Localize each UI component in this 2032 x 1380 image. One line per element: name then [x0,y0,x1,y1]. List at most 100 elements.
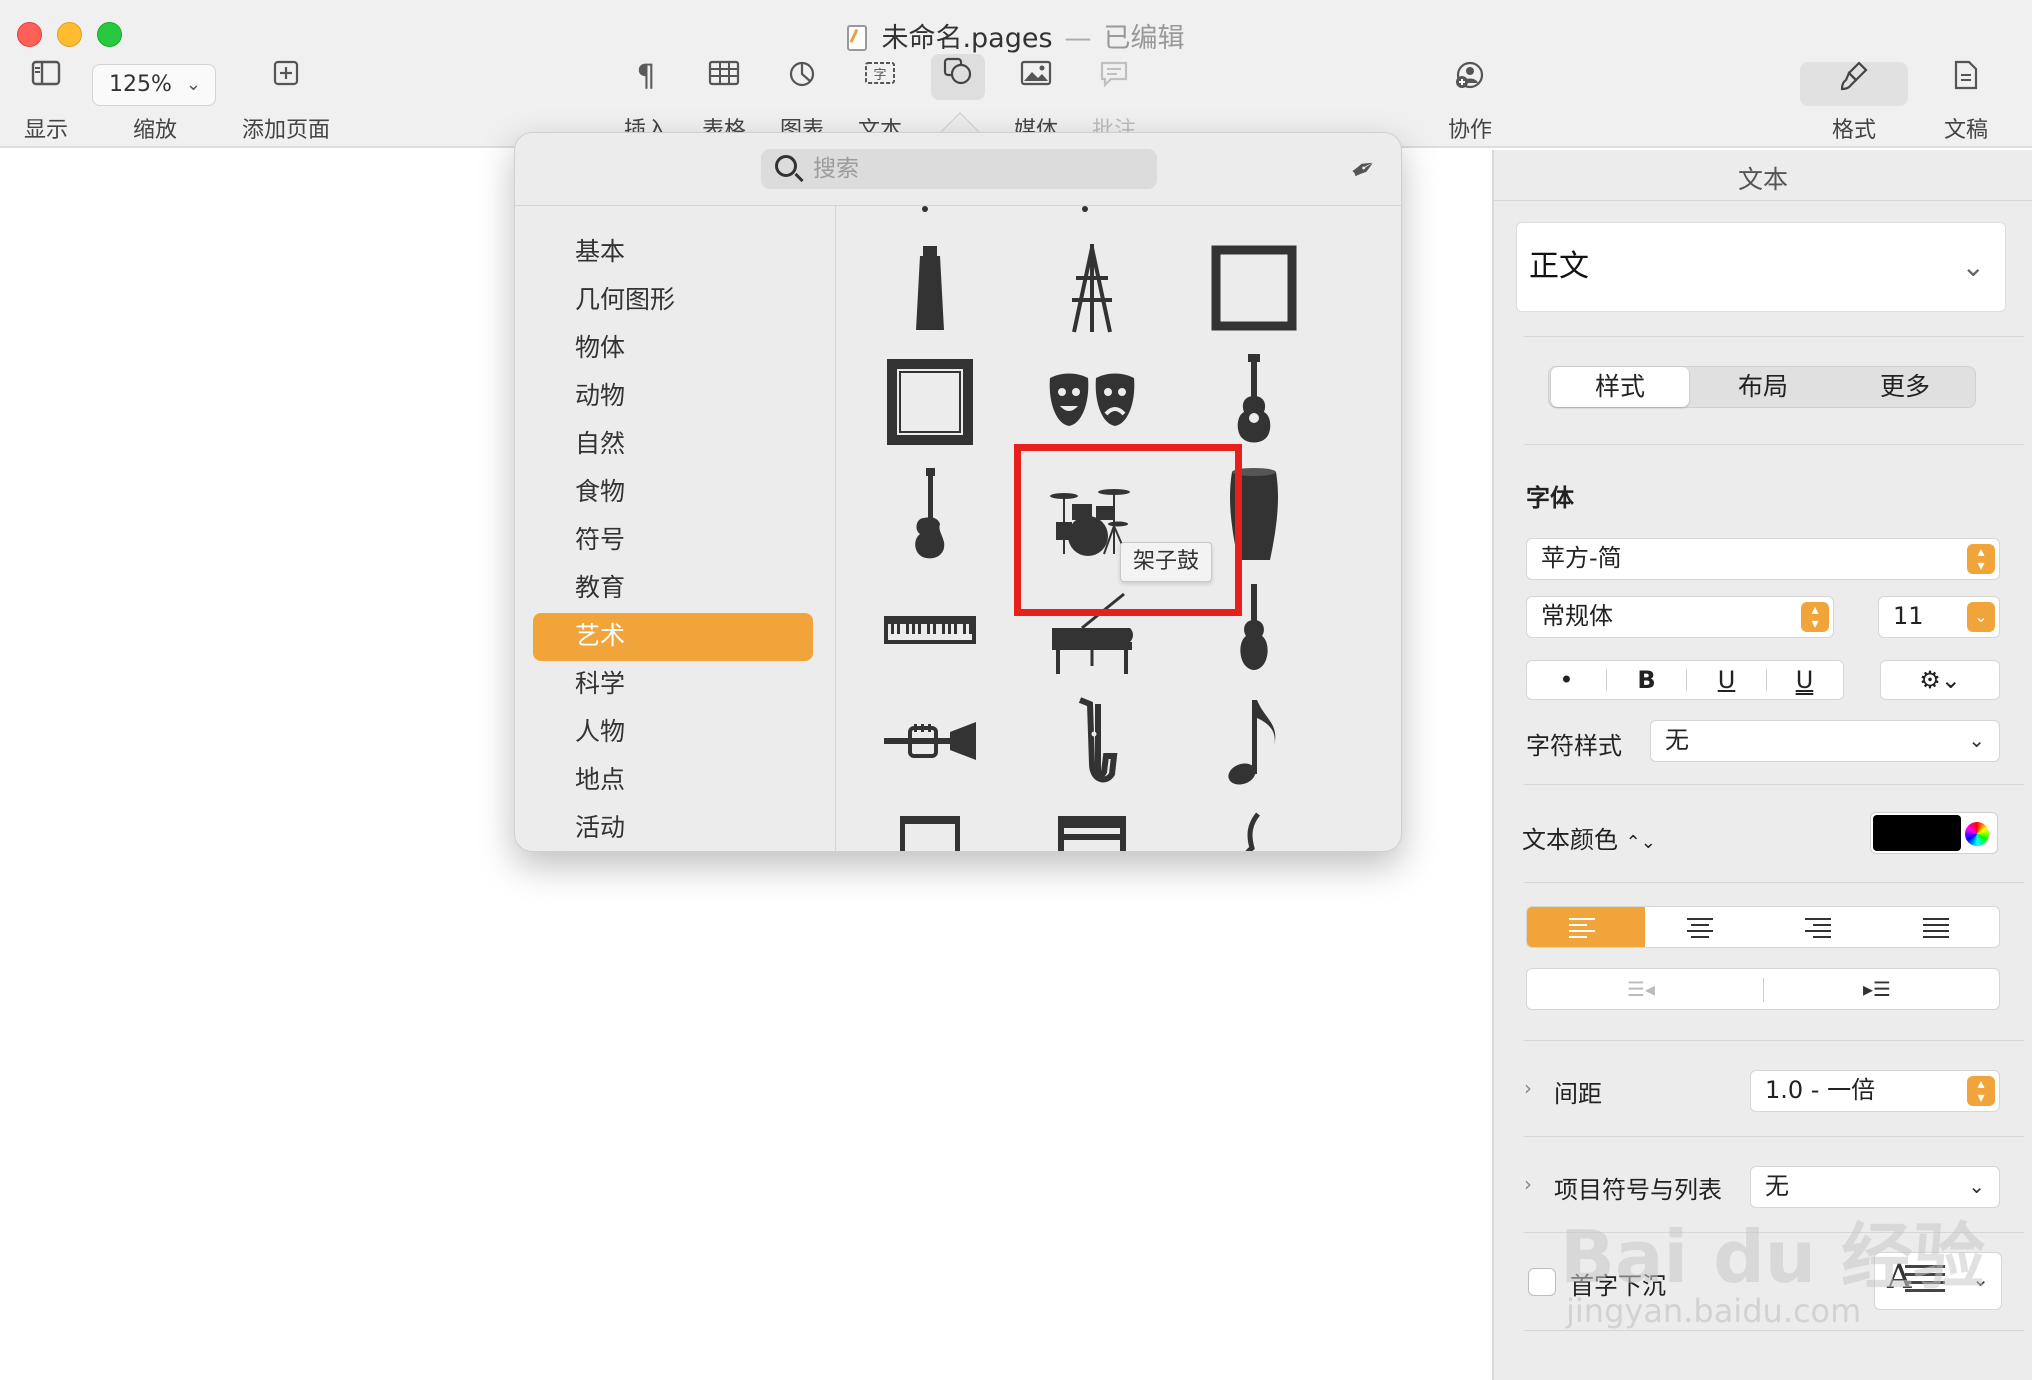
up-down-chevron-icon: ⌃⌄ [1625,832,1656,853]
font-family-popup[interactable]: 苹方-简 ▴ ▾ [1526,538,2000,580]
shape-search-field[interactable] [761,149,1157,189]
category-item[interactable]: 物体 [533,325,813,373]
chevron-down-icon: ⌄ [1961,250,1985,283]
decrease-indent-icon[interactable]: ☰◂ [1627,977,1655,1001]
paint-tube-shape[interactable] [880,238,980,338]
align-right-button[interactable] [1763,907,1881,947]
char-style-label: 字符样式 [1526,732,1622,760]
shape-search-input[interactable] [813,151,1143,187]
align-left-icon [1569,918,1603,942]
electric-guitar-shape[interactable] [880,466,980,566]
edited-status: 已编辑 [1103,23,1185,54]
format-button[interactable]: 格式 [1820,60,1888,144]
font-section-label: 字体 [1526,484,1574,512]
bold-button[interactable]: B [1607,661,1686,699]
view-button[interactable]: 显示 [18,60,74,144]
keyboard-shape[interactable] [880,580,980,680]
baidu-watermark: Bai du 经验 [1560,1215,1986,1299]
text-options-button[interactable]: ⚙⌄ [1880,660,2000,700]
font-weight-popup[interactable]: 常规体 ▴ ▾ [1526,596,1834,638]
bench-shape[interactable] [1042,808,1142,851]
category-list: 基本 几何图形 物体 动物 自然 食物 符号 教育 艺术 科学 人物 地点 活动 [533,229,813,851]
align-left-button[interactable] [1527,907,1645,947]
shape-library-popover: ✒ 基本 几何图形 物体 动物 自然 食物 符号 教育 艺术 科学 人物 地点 … [514,132,1402,852]
text-color-label[interactable]: 文本颜色 ⌃⌄ [1522,820,1656,855]
pen-icon[interactable]: ✒ [1341,147,1387,193]
chevron-right-icon[interactable]: › [1524,1076,1532,1100]
category-item[interactable]: 活动 [533,805,813,851]
bullet-style-button[interactable]: • [1527,661,1606,699]
color-wheel-icon[interactable] [1965,822,1989,846]
acoustic-guitar-shape[interactable] [1204,352,1304,452]
saxophone-shape[interactable] [1042,694,1142,794]
pilcrow-icon: ¶ [636,59,656,94]
annotation-highlight-box [1014,444,1242,616]
category-item[interactable]: 人物 [533,709,813,757]
underline-button[interactable]: U [1687,661,1766,699]
category-item-selected[interactable]: 艺术 [533,613,813,661]
document-icon [847,25,868,51]
spacing-label: 间距 [1554,1080,1602,1108]
paragraph-style-dropdown[interactable]: 正文 ⌄ [1516,222,2006,312]
spacing-popup[interactable]: 1.0 - 一倍 ▴ ▾ [1750,1070,2000,1112]
baidu-watermark-url: jingyan.baidu.com [1566,1292,1862,1330]
theater-masks-shape[interactable] [1042,352,1142,452]
table-icon [696,60,752,100]
gear-icon: ⚙⌄ [1919,666,1961,694]
inspector-title: 文本 [1737,165,1788,194]
align-center-button[interactable] [1645,907,1763,947]
music-note-shape[interactable] [1204,694,1304,794]
category-item[interactable]: 食物 [533,469,813,517]
font-size-field[interactable]: 11 ⌄ [1878,596,2000,638]
tab-style[interactable]: 样式 [1551,367,1689,407]
chevron-down-icon: ⌄ [1967,602,1995,632]
tab-more[interactable]: 更多 [1835,367,1975,407]
double-underline-button[interactable]: U [1765,661,1844,699]
collaborate-icon [1442,60,1498,100]
chevron-right-icon[interactable]: › [1524,1172,1532,1196]
align-right-icon [1805,918,1839,942]
category-item[interactable]: 自然 [533,421,813,469]
category-item[interactable]: 符号 [533,517,813,565]
category-item[interactable]: 教育 [533,565,813,613]
tab-layout[interactable]: 布局 [1693,367,1833,407]
document-title: 未命名.pages — 已编辑 [0,16,2032,55]
category-item[interactable]: 科学 [533,661,813,709]
indent-buttons: ☰◂ ▸☰ [1526,968,2000,1010]
category-item[interactable]: 动物 [533,373,813,421]
collaborate-button[interactable]: 协作 [1442,60,1498,144]
category-item[interactable]: 地点 [533,757,813,805]
square-frame-shape[interactable] [1204,238,1304,338]
category-item[interactable]: 几何图形 [533,277,813,325]
char-style-popup[interactable]: 无 ⌄ [1650,720,2000,762]
increase-indent-icon[interactable]: ▸☰ [1863,977,1891,1001]
comment-icon [1086,60,1142,100]
ornate-frame-shape[interactable] [880,352,980,452]
dropcap-checkbox[interactable] [1528,1268,1556,1296]
treble-clef-shape[interactable] [1204,808,1304,851]
window-toolbar: 未命名.pages — 已编辑 显示 125% ⌄ 缩放 添加页面 ¶ 插入 表格 [0,0,2032,148]
zoom-label: 缩放 [132,118,177,143]
justify-button[interactable] [1881,907,1999,947]
trumpet-shape[interactable] [880,694,980,794]
shape-tooltip: 架子鼓 [1120,542,1213,582]
paintbrush-icon [1820,60,1888,100]
search-icon [775,155,797,177]
beamed-notes-shape[interactable] [880,808,980,851]
category-item[interactable]: 基本 [533,229,813,277]
format-inspector: 文本 正文 ⌄ 样式 布局 更多 字体 苹方-简 ▴ ▾ 常规体 ▴ ▾ 11 ⌄ … [1494,150,2032,1380]
inspector-tabs: 样式 布局 更多 [1548,366,1976,408]
add-page-button[interactable]: 添加页面 [236,60,336,144]
add-page-icon [236,60,336,100]
alignment-buttons [1526,906,2000,948]
color-swatch [1873,815,1961,851]
document-button[interactable]: 文稿 [1936,60,1996,144]
easel-shape[interactable] [1042,238,1142,338]
document-name: 未命名.pages [881,23,1053,54]
stepper-icon: ▴ ▾ [1967,544,1995,574]
text-box-icon: 字 [852,60,908,100]
shape-icon [931,54,985,100]
text-color-well[interactable] [1870,812,1998,854]
text-format-buttons: • B U U [1526,660,1844,700]
document-settings-icon [1936,60,1996,100]
